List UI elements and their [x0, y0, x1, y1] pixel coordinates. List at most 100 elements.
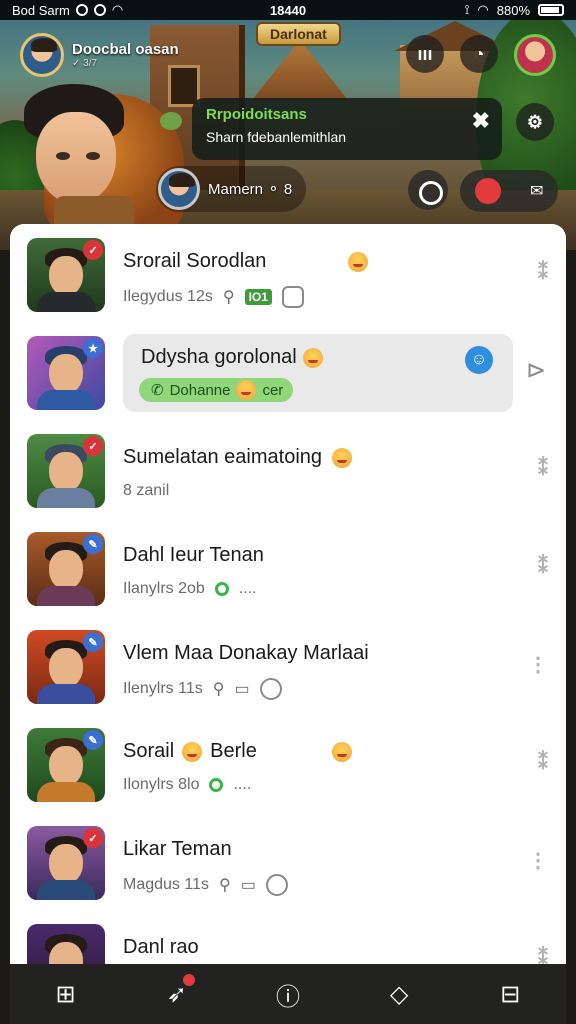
tv-icon: ▭: [240, 877, 256, 894]
chat-meta: Ilegydus 12s ⚲ IO1: [123, 286, 304, 308]
player-pill[interactable]: Mamern ⚬ 8: [156, 166, 307, 212]
emoji-icon: [182, 741, 203, 762]
friend-avatar[interactable]: [514, 34, 556, 76]
reply-pill[interactable]: ✆ Dohanne cer: [139, 378, 294, 402]
chat-name: Ddysha gorolonal: [141, 346, 297, 368]
camera-icon: [259, 678, 282, 700]
nav-home[interactable]: ⊞: [44, 972, 88, 1016]
close-icon[interactable]: ✖: [472, 108, 490, 134]
notification-badge: [182, 974, 195, 986]
chat-meta: Magdus 11s ⚲ ▭: [123, 874, 288, 896]
chat-list-panel: ✓ Srorail Sorodlan Ilegydus 12s ⚲ IO1 ⁑ …: [10, 224, 566, 964]
chat-avatar: [27, 924, 105, 964]
battery-icon: [538, 4, 564, 16]
notification-title: Rrpoidoitsans: [206, 106, 307, 123]
notification-text: Sharn fdebanlemithlan: [206, 129, 347, 145]
player-name: Mamern ⚬ 8: [208, 181, 293, 198]
pencil-badge: ✎: [83, 730, 103, 750]
chat-row[interactable]: ✓ Sumelatan eaimatoing 8 zanil ⁑: [10, 420, 566, 516]
emoji-icon: [332, 448, 352, 468]
camera-icon: [265, 874, 288, 896]
chat-row[interactable]: ✓ Likar Teman Magdus 11s ⚲ ▭ ⋮: [10, 812, 566, 908]
more-icon[interactable]: ⋮: [528, 848, 548, 873]
wifi-icon: ◠: [111, 2, 124, 17]
chat-avatar: ★: [27, 336, 105, 410]
phone-icon: ◔: [473, 43, 485, 64]
chat-row[interactable]: ✓ Srorail Sorodlan Ilegydus 12s ⚲ IO1 ⁑: [10, 224, 566, 320]
chat-avatar: ✓: [27, 434, 105, 508]
chat-row[interactable]: ✎ Sorail Berle Ilonylrs 8lo .... ⁑: [10, 714, 566, 810]
message-bubble[interactable]: Ddysha gorolonal ✆ Dohanne cer ☺: [123, 334, 513, 412]
nav-inventory[interactable]: ⊟: [488, 972, 532, 1016]
record-icon[interactable]: [474, 178, 501, 204]
action-pill[interactable]: ✉: [460, 170, 558, 212]
chat-meta: Ilonylrs 8lo ....: [123, 776, 252, 793]
menu-button[interactable]: ııı: [406, 35, 444, 73]
bottom-navigation: ⊞ ➶ ⓘ ◇ ⊟: [10, 964, 566, 1024]
chat-name: Dahl Ieur Tenan: [123, 544, 264, 566]
camera-icon: [281, 286, 304, 308]
nav-feed[interactable]: ➶: [155, 972, 199, 1016]
pencil-badge: ✎: [83, 534, 103, 554]
chat-avatar: ✓: [27, 826, 105, 900]
chat-name: Sorail Berle: [123, 740, 257, 762]
chat-row[interactable]: Danl rao ⁑: [10, 910, 566, 964]
status-bar: Bod Sarm ◠ 18440 ⟟ ◠ 880%: [0, 0, 576, 20]
nav-info[interactable]: ⓘ: [266, 972, 310, 1016]
nav-chat[interactable]: ◇: [377, 972, 421, 1016]
avatar[interactable]: [20, 33, 64, 77]
verified-badge: ✓: [83, 828, 103, 848]
verified-badge: ✓: [83, 436, 103, 456]
gear-icon: ⚙: [526, 111, 544, 132]
online-icon: [214, 582, 229, 596]
online-icon: [209, 778, 224, 792]
chat-bubble-icon: ◇: [389, 980, 409, 1008]
smile-icon[interactable]: ☺: [465, 346, 493, 374]
chat-tag: IO1: [244, 289, 272, 305]
forward-icon[interactable]: ⊳: [526, 356, 552, 384]
profile-name: Doocbal oasan: [72, 41, 179, 58]
mail-icon[interactable]: ✉: [530, 181, 543, 201]
player-avatar: [158, 168, 200, 210]
chat-avatar: ✎: [27, 630, 105, 704]
phone-icon: ✆: [151, 382, 164, 399]
chat-avatar: ✓: [27, 238, 105, 312]
chat-button[interactable]: [408, 170, 448, 210]
chat-name: Srorail Sorodlan: [123, 250, 267, 272]
profile-header[interactable]: Doocbal oasan ✓ 3/7: [20, 33, 179, 77]
chat-avatar: ✎: [27, 728, 105, 802]
more-icon[interactable]: ⁑: [538, 554, 548, 579]
vibrate-icon: ⟟: [464, 2, 470, 17]
chat-name: Likar Teman: [123, 838, 232, 860]
chat-row[interactable]: ✎ Vlem Maa Donakay Marlaai Ilenylrs 11s …: [10, 616, 566, 712]
emoji-icon: [303, 348, 323, 368]
more-icon[interactable]: ⁑: [538, 260, 548, 285]
pencil-badge: ✎: [83, 632, 103, 652]
more-icon[interactable]: ⁑: [538, 946, 548, 964]
leaf-icon: [160, 112, 182, 130]
chat-avatar: ✎: [27, 532, 105, 606]
chat-name: Danl rao: [123, 936, 199, 958]
more-icon[interactable]: ⁑: [538, 456, 548, 481]
star-badge: ★: [83, 338, 103, 358]
chat-meta: Ilenylrs 11s ⚲ ▭: [123, 678, 282, 700]
grid-icon: ⊞: [55, 980, 76, 1008]
sim-icon: [75, 4, 88, 16]
signal-icon: ◠: [477, 2, 489, 17]
chat-row[interactable]: ✎ Dahl Ieur Tenan Ilanylrs 2ob .... ⁑: [10, 518, 566, 614]
hero-character: [14, 84, 184, 236]
chat-row-highlighted[interactable]: ★ Ddysha gorolonal ✆ Dohanne cer ☺ ⊳: [10, 322, 566, 418]
briefcase-icon: ⊟: [500, 980, 521, 1008]
info-icon: ⓘ: [275, 983, 300, 1011]
settings-button[interactable]: ⚙: [516, 103, 554, 141]
more-icon[interactable]: ⁑: [538, 750, 548, 775]
call-button[interactable]: ◔: [460, 35, 498, 73]
emoji-icon: [332, 742, 352, 762]
profile-status: ✓ 3/7: [72, 58, 98, 69]
notification-card[interactable]: Rrpoidoitsans Sharn fdebanlemithlan ✖: [192, 98, 502, 160]
pin-icon: ⚲: [212, 681, 225, 698]
chat-name: Vlem Maa Donakay Marlaai: [123, 642, 369, 664]
more-icon[interactable]: ⋮: [528, 652, 548, 677]
carrier-label: Bod Sarm: [12, 2, 70, 18]
battery-percent: 880%: [496, 2, 530, 18]
